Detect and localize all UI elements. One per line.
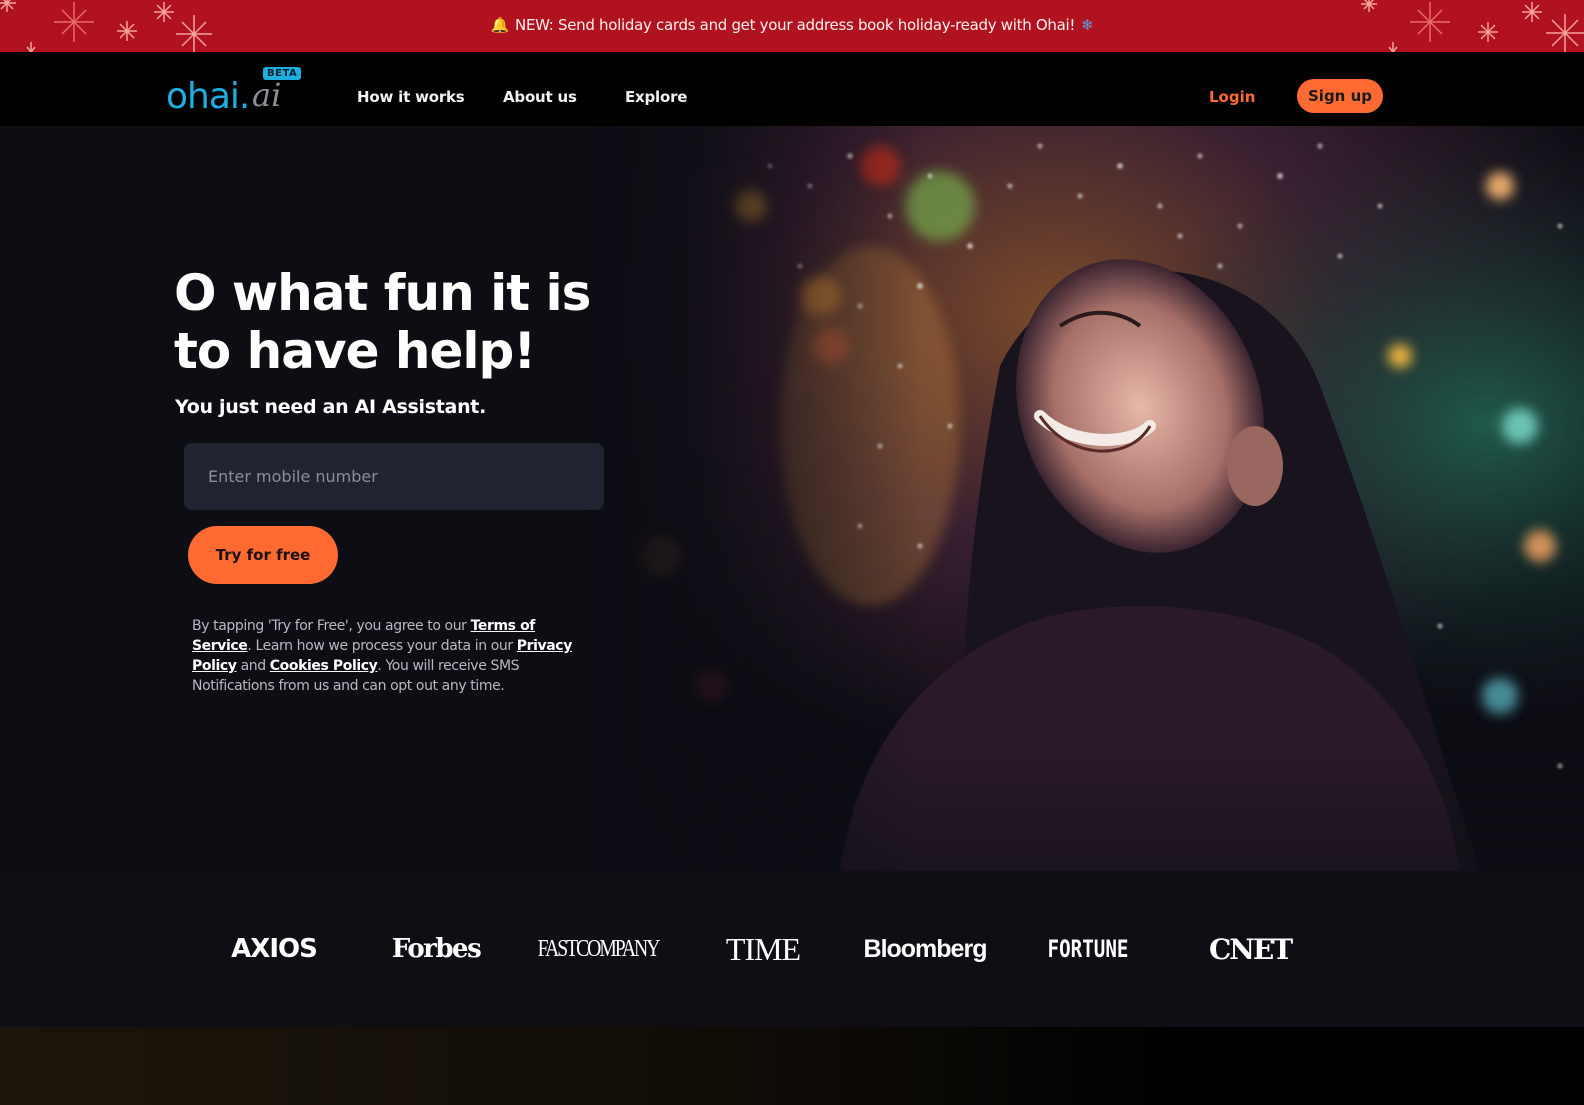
top-navigation: ohai. ai BETA How it works About us Expl…	[0, 52, 1584, 126]
signup-button[interactable]: Sign up	[1297, 79, 1383, 113]
mobile-number-input[interactable]	[184, 443, 604, 510]
legal-disclaimer: By tapping 'Try for Free', you agree to …	[192, 616, 592, 696]
banner-text: NEW: Send holiday cards and get your add…	[515, 16, 1076, 34]
login-link[interactable]: Login	[1209, 88, 1255, 106]
hero-headline: O what fun it is to have help!	[174, 264, 591, 380]
try-for-free-button[interactable]: Try for free	[188, 526, 338, 584]
logo-wordmark: ohai.	[166, 76, 250, 117]
banner-message: 🔔 NEW: Send holiday cards and get your ad…	[0, 16, 1584, 34]
bloomberg-logo: Bloomberg	[863, 934, 988, 963]
promo-banner[interactable]: 🔔 NEW: Send holiday cards and get your ad…	[0, 0, 1584, 52]
nav-link-explore[interactable]: Explore	[625, 88, 687, 106]
bell-icon: 🔔	[490, 16, 510, 34]
hero-section: O what fun it is to have help! You just …	[0, 126, 1584, 871]
ohai-logo[interactable]: ohai. ai BETA	[166, 66, 306, 117]
logo-ai-script: ai	[252, 76, 282, 114]
axios-logo: AXIOS	[231, 934, 318, 964]
next-section-preview	[0, 1027, 1584, 1105]
legal-text: By tapping 'Try for Free', you agree to …	[192, 618, 471, 634]
cookies-policy-link[interactable]: Cookies Policy	[270, 658, 378, 674]
time-logo: TIME	[725, 930, 801, 967]
cnet-logo: CNET	[1208, 932, 1293, 966]
beta-badge: BETA	[263, 67, 302, 80]
snowflake-icon: ❄	[1081, 16, 1094, 34]
press-logos-strip: AXIOS Forbes FASTCOMPANY TIME Bloomberg …	[0, 871, 1584, 1027]
hero-subheadline: You just need an AI Assistant.	[175, 396, 486, 418]
nav-link-how-it-works[interactable]: How it works	[357, 88, 465, 106]
nav-link-about-us[interactable]: About us	[503, 88, 577, 106]
fortune-logo: FORTUNE	[1047, 935, 1129, 963]
forbes-logo: Forbes	[391, 934, 482, 964]
fast-company-logo: FASTCOMPANY	[537, 935, 661, 962]
photo-fade-bottom	[620, 746, 1584, 871]
legal-text: . Learn how we process your data in our	[247, 638, 517, 654]
legal-text: and	[236, 658, 270, 674]
